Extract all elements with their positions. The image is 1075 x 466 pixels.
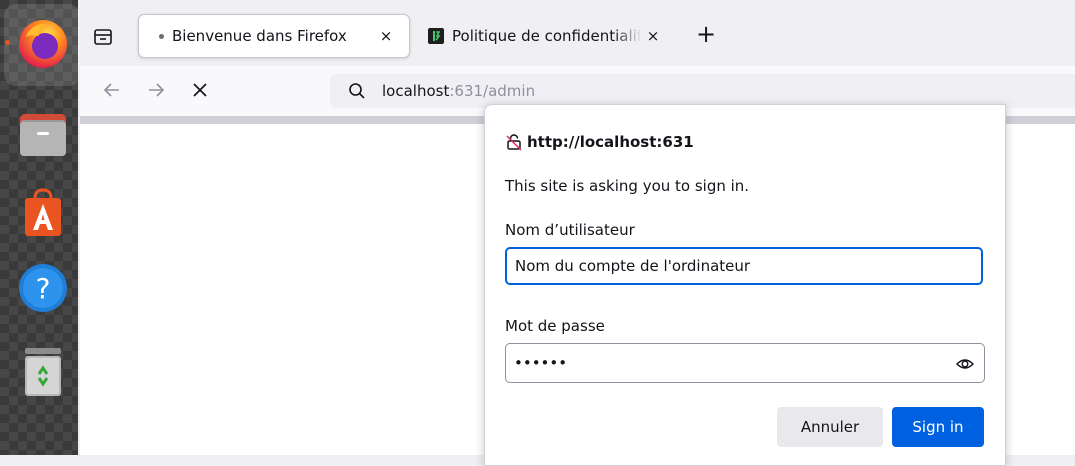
password-field[interactable] (505, 343, 985, 383)
tab-politique[interactable]: Politique de confidentialité × (420, 14, 676, 58)
new-tab-button[interactable]: + (696, 22, 716, 46)
auth-dialog: http://localhost:631 This site is asking… (484, 104, 1006, 466)
close-tab-icon[interactable]: × (375, 27, 397, 45)
url-host: localhost (382, 82, 450, 100)
tab-bar: Bienvenue dans Firefox × Politique de co… (80, 0, 1075, 66)
show-password-eye-icon[interactable] (955, 354, 975, 374)
close-tab-icon[interactable]: × (642, 27, 664, 45)
tab-bienvenue[interactable]: Bienvenue dans Firefox × (138, 14, 410, 58)
ubuntu-dock: ? (0, 0, 80, 455)
list-all-tabs-button[interactable] (92, 26, 114, 48)
dialog-origin-text: http://localhost:631 (527, 133, 694, 151)
username-field[interactable] (505, 247, 983, 285)
svg-text:?: ? (36, 272, 51, 305)
firefox-icon[interactable] (17, 18, 69, 70)
url-bar[interactable]: localhost:631/admin (330, 74, 1075, 108)
tab-title: Bienvenue dans Firefox (172, 27, 347, 45)
forward-arrow-icon[interactable] (144, 78, 168, 102)
dialog-origin: http://localhost:631 (505, 133, 694, 151)
site-favicon-icon (428, 28, 444, 44)
stop-loading-icon[interactable] (188, 78, 212, 102)
username-label: Nom d’utilisateur (505, 221, 635, 239)
files-icon[interactable] (17, 108, 69, 160)
back-arrow-icon[interactable] (100, 78, 124, 102)
tab-loading-dot (159, 33, 164, 39)
app-center-icon[interactable] (17, 186, 69, 238)
cancel-button[interactable]: Annuler (777, 407, 883, 447)
help-icon[interactable]: ? (17, 262, 69, 314)
password-label: Mot de passe (505, 317, 605, 335)
tab-title: Politique de confidentialité (452, 27, 642, 45)
sign-in-button[interactable]: Sign in (892, 407, 984, 447)
dialog-message: This site is asking you to sign in. (505, 177, 750, 195)
dock-running-indicator (5, 40, 10, 45)
insecure-lock-icon (506, 134, 522, 151)
url-path: :631/admin (449, 82, 536, 100)
search-icon (349, 83, 365, 99)
trash-icon[interactable] (17, 346, 69, 398)
